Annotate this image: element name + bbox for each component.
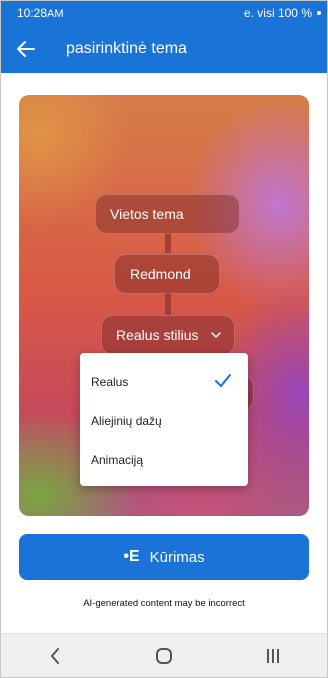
- ai-disclaimer: AI-generated content may be incorrect: [83, 598, 245, 609]
- create-button[interactable]: •E Kūrimas: [19, 534, 309, 580]
- dropdown-option-oil-paint[interactable]: Aliejinių dažų: [80, 402, 248, 440]
- screen: 10:28AM e. visi 100 % pasirinktinė tema …: [0, 0, 328, 678]
- flow-connector: [165, 293, 171, 315]
- notification-dot-icon: [317, 11, 321, 15]
- dropdown-option-animation[interactable]: Animaciją: [80, 441, 248, 479]
- flow-connector: [165, 233, 171, 253]
- status-bar: 10:28AM e. visi 100 %: [1, 1, 327, 25]
- flow-node-redmond[interactable]: Redmond: [114, 254, 220, 294]
- system-nav-bar: [1, 633, 327, 677]
- back-button[interactable]: [1, 25, 51, 73]
- nav-recents-button[interactable]: [243, 634, 303, 678]
- dropdown-option-realistic[interactable]: Realus: [80, 363, 248, 401]
- nav-back-button[interactable]: [25, 634, 85, 678]
- home-circle-icon: [155, 647, 172, 664]
- flow-node-location-theme[interactable]: Vietos tema: [95, 194, 240, 234]
- app-bar: pasirinktinė tema: [1, 25, 327, 73]
- flow-node-style-select[interactable]: Realus stilius: [101, 315, 235, 355]
- chevron-down-icon: [211, 332, 221, 339]
- create-icon: •E: [123, 548, 140, 565]
- clock-ampm: AM: [47, 8, 64, 20]
- clock-time: 10:28: [17, 6, 48, 20]
- arrow-left-icon: [17, 41, 35, 57]
- checkmark-icon: [215, 374, 231, 387]
- flow-node-label: Vietos tema: [110, 206, 184, 222]
- clock: 10:28AM: [17, 6, 64, 20]
- dropdown-option-label: Aliejinių dažų: [91, 414, 162, 428]
- page-title: pasirinktinė tema: [66, 40, 187, 57]
- status-indicators: e. visi 100 %: [244, 6, 321, 20]
- recents-bars-icon: [266, 648, 279, 663]
- network-status: e. visi 100 %: [243, 6, 312, 20]
- create-button-label: Kūrimas: [149, 548, 205, 566]
- flow-node-label: Realus stilius: [116, 327, 199, 343]
- dropdown-option-label: Realus: [91, 375, 129, 389]
- dropdown-option-label: Animaciją: [91, 453, 144, 467]
- flow-node-label: Redmond: [130, 266, 191, 282]
- nav-home-button[interactable]: [134, 634, 194, 678]
- chevron-left-icon: [51, 647, 60, 664]
- style-dropdown-menu: Realus Aliejinių dažų Animaciją: [80, 353, 248, 486]
